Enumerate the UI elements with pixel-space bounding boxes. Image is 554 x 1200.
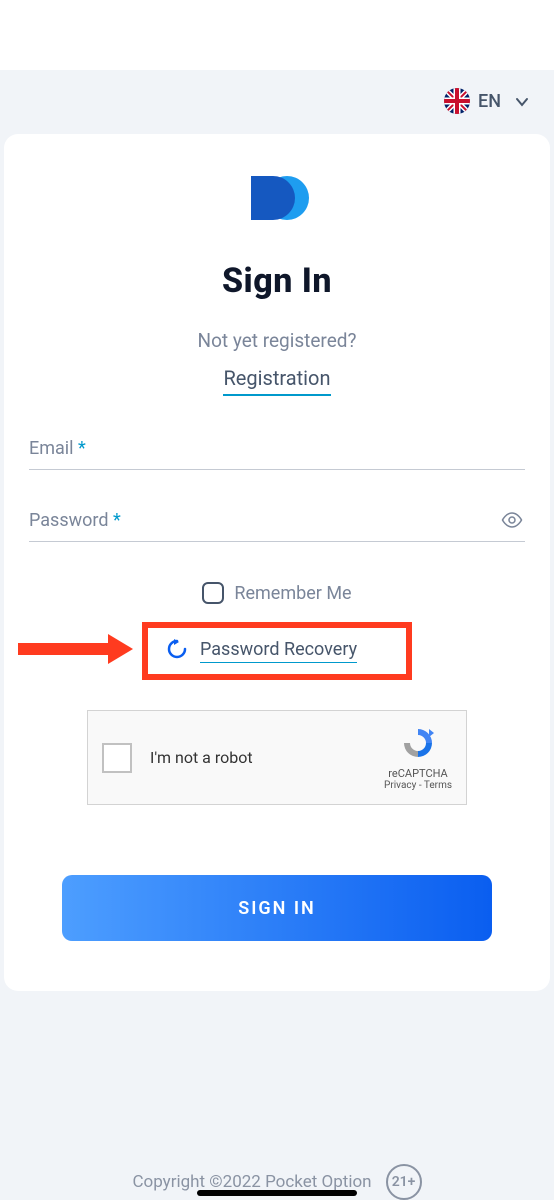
signin-button[interactable]: SIGN IN bbox=[62, 875, 492, 941]
home-indicator bbox=[197, 1190, 357, 1196]
chevron-down-icon bbox=[515, 94, 529, 108]
password-recovery-link[interactable]: Password Recovery bbox=[200, 639, 357, 663]
recaptcha-label: I'm not a robot bbox=[150, 748, 384, 767]
recaptcha-icon bbox=[400, 725, 436, 761]
logo-icon bbox=[29, 174, 525, 226]
email-field[interactable]: Email * bbox=[29, 438, 525, 470]
recovery-icon bbox=[166, 638, 188, 664]
subtitle: Not yet registered? bbox=[29, 329, 525, 352]
language-selector[interactable]: EN bbox=[0, 70, 554, 124]
uk-flag-icon bbox=[444, 88, 470, 114]
password-field[interactable]: Password * bbox=[29, 510, 525, 542]
recaptcha-branding: reCAPTCHA Privacy - Terms bbox=[384, 725, 452, 791]
status-bar-spacer bbox=[0, 0, 554, 70]
registration-link[interactable]: Registration bbox=[223, 366, 330, 396]
remember-label: Remember Me bbox=[234, 583, 351, 604]
page-title: Sign In bbox=[29, 261, 525, 301]
signin-card: Sign In Not yet registered? Registration… bbox=[4, 134, 550, 991]
arrow-icon bbox=[18, 634, 133, 668]
remember-checkbox[interactable] bbox=[202, 582, 224, 604]
lang-label: EN bbox=[478, 91, 501, 112]
age-badge: 21+ bbox=[386, 1164, 422, 1200]
password-label: Password * bbox=[29, 510, 121, 531]
email-label: Email * bbox=[29, 438, 86, 459]
remember-me-row: Remember Me bbox=[29, 582, 525, 604]
recaptcha-widget[interactable]: I'm not a robot reCAPTCHA Privacy - Term… bbox=[87, 710, 467, 805]
eye-icon[interactable] bbox=[501, 512, 523, 532]
copyright: Copyright ©2022 Pocket Option bbox=[132, 1172, 371, 1192]
recaptcha-checkbox[interactable] bbox=[102, 743, 132, 773]
password-recovery-highlight: Password Recovery bbox=[142, 622, 412, 680]
